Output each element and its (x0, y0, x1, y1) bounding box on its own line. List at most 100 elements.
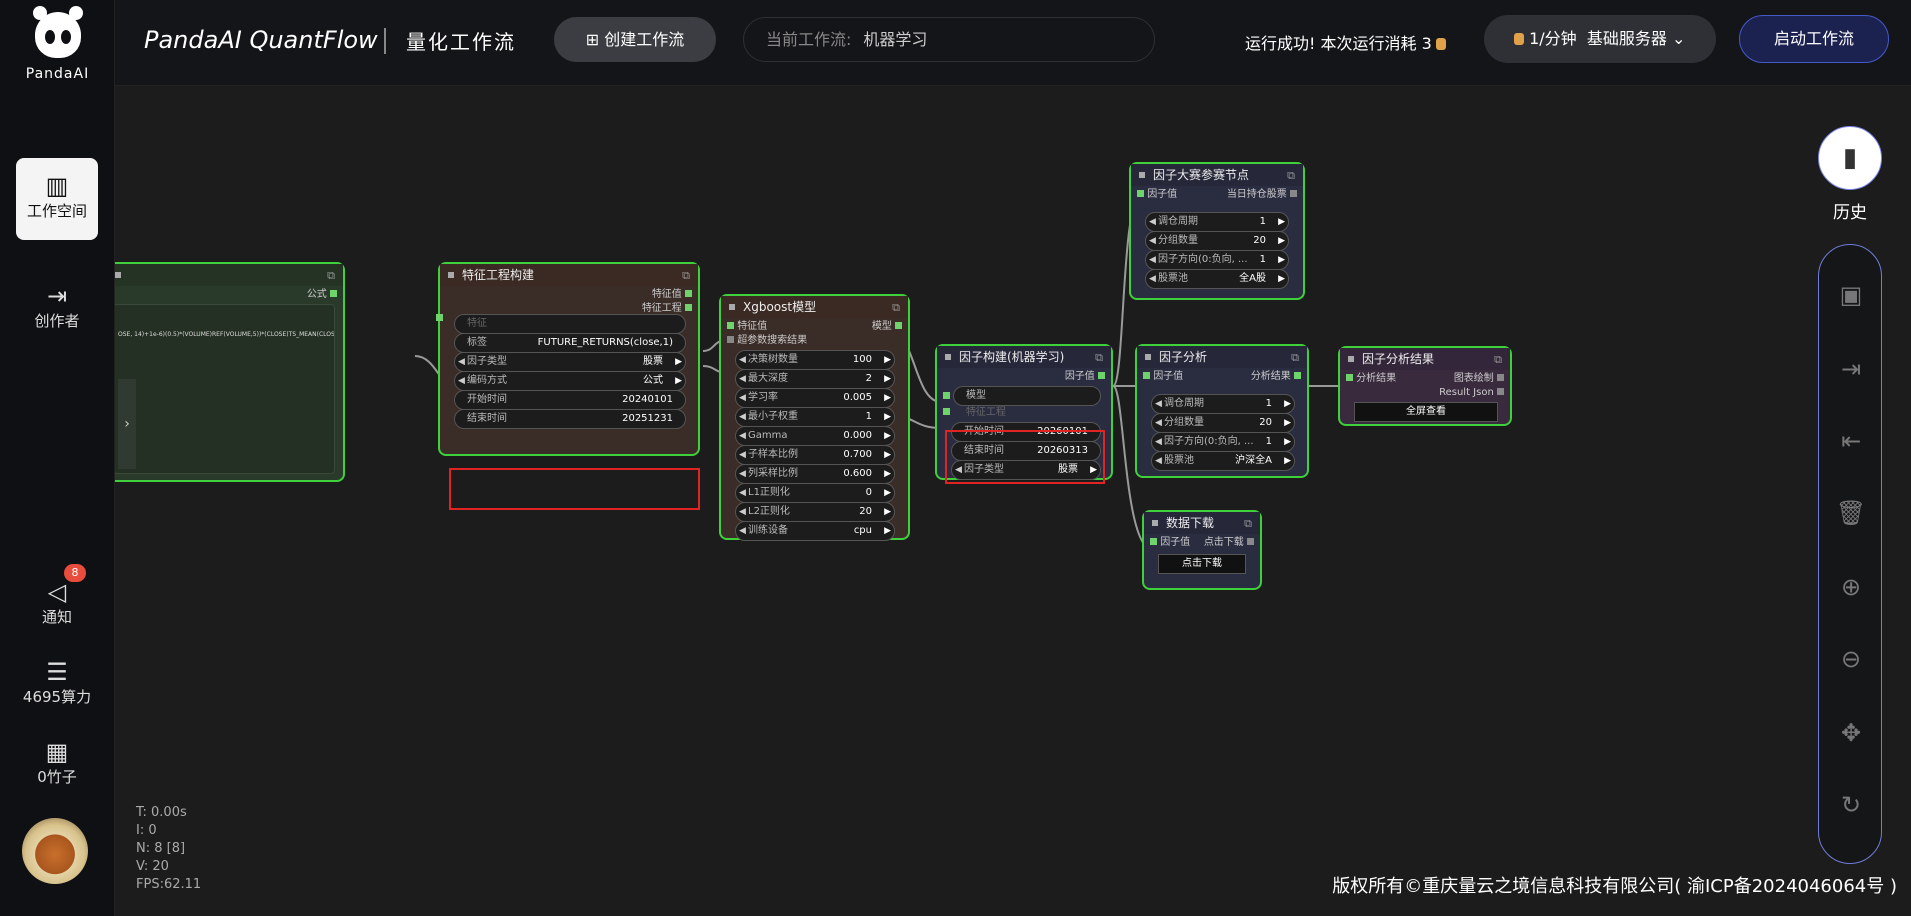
output-port-analysis[interactable]: 分析结果 (1251, 370, 1301, 384)
arrow-left-icon[interactable]: ◀ (739, 389, 746, 407)
save-icon[interactable]: ▣ (1819, 281, 1883, 309)
arrow-left-icon[interactable]: ◀ (1149, 232, 1156, 250)
contest-node[interactable]: 因子大赛参赛节点 ⧉ 因子值 当日持仓股票 ◀ 调仓周期 1 ▶ ◀ 分组数量 20 ▶ ◀ 因子方… (1129, 162, 1305, 300)
sidebar-item-bamboo[interactable]: ▦ 0竹子 (16, 738, 98, 787)
arrow-left-icon[interactable]: ◀ (739, 370, 746, 388)
widget-param[interactable]: ◀ 最大深度 2 ▶ (735, 369, 895, 389)
arrow-right-icon[interactable]: ▶ (884, 408, 891, 426)
edit-icon[interactable]: ⧉ (1494, 349, 1502, 371)
arrow-left-icon[interactable]: ◀ (1155, 414, 1162, 432)
fullscreen-button[interactable]: 全屏查看 (1354, 402, 1498, 422)
sidebar-item-workspace[interactable]: ▥ 工作空间 (16, 158, 98, 240)
arrow-left-icon[interactable]: ◀ (739, 465, 746, 483)
arrow-right-icon[interactable]: ▶ (675, 372, 682, 390)
zoom-out-icon[interactable]: ⊖ (1819, 645, 1883, 673)
arrow-right-icon[interactable]: ▶ (884, 503, 891, 521)
import-icon[interactable]: ⇤ (1819, 427, 1883, 455)
sidebar-item-creator[interactable]: ⇥ 创作者 (16, 282, 98, 331)
input-port-factor[interactable]: 因子值 (1143, 370, 1183, 384)
arrow-left-icon[interactable]: ◀ (739, 427, 746, 445)
widget-param[interactable]: ◀ 列采样比例 0.600 ▶ (735, 464, 895, 484)
widget-end-time[interactable]: 结束时间 20251231 (454, 409, 686, 429)
widget-param[interactable]: ◀ 子样本比例 0.700 ▶ (735, 445, 895, 465)
widget-param[interactable]: ◀ 股票池 全A股 ▶ (1145, 269, 1289, 289)
widget-param[interactable]: ◀ 决策树数量 100 ▶ (735, 350, 895, 370)
arrow-left-icon[interactable]: ◀ (739, 503, 746, 521)
input-port-hyperparam[interactable]: 超参数搜索结果 (727, 334, 807, 348)
edit-icon[interactable]: ⧉ (682, 265, 690, 287)
arrow-left-icon[interactable]: ◀ (1149, 251, 1156, 269)
current-workflow-field[interactable]: 当前工作流: 机器学习 (743, 17, 1155, 62)
xgboost-node[interactable]: Xgboost模型 ⧉ 特征值 超参数搜索结果 模型 ◀ 决策树数量 100 ▶ ◀ 最大深… (719, 294, 910, 541)
input-port-factor[interactable]: 因子值 (1150, 536, 1190, 550)
edit-icon[interactable]: ⧉ (1291, 347, 1299, 369)
arrow-right-icon[interactable]: ▶ (884, 522, 891, 540)
input-port-factor[interactable]: 因子值 (1137, 188, 1177, 202)
edit-icon[interactable]: ⧉ (1287, 165, 1295, 187)
edit-icon[interactable]: ⧉ (892, 297, 900, 319)
history-button[interactable]: ▮ (1818, 126, 1882, 190)
edit-icon[interactable]: ⧉ (327, 265, 335, 287)
server-select[interactable]: 1/分钟 基础服务器 ⌄ (1484, 15, 1716, 63)
arrow-right-icon[interactable]: ▶ (675, 353, 682, 371)
widget-model[interactable]: 模型 (953, 386, 1101, 406)
input-port-model[interactable] (943, 390, 950, 404)
arrow-right-icon[interactable]: ▶ (1284, 452, 1291, 470)
arrow-right-icon[interactable]: ▶ (884, 484, 891, 502)
input-port-feature-eng[interactable]: 特征工程 (943, 406, 1006, 420)
arrow-right-icon[interactable]: ▶ (884, 351, 891, 369)
arrow-left-icon[interactable]: ◀ (458, 353, 465, 371)
formula-editor[interactable]: OSE, 14)+1e-6)(0.5)*(VOLUME)REF(VOLUME,5… (115, 304, 335, 474)
refresh-icon[interactable]: ↻ (1819, 791, 1883, 819)
arrow-left-icon[interactable]: ◀ (739, 351, 746, 369)
arrow-right-icon[interactable]: ▶ (884, 465, 891, 483)
download-button[interactable]: 点击下载 (1158, 554, 1246, 574)
widget-param[interactable]: ◀ 最小子权重 1 ▶ (735, 407, 895, 427)
widget-param[interactable]: ◀ 学习率 0.005 ▶ (735, 388, 895, 408)
arrow-right-icon[interactable]: ▶ (1284, 414, 1291, 432)
widget-param[interactable]: ◀ 训练设备 cpu ▶ (735, 521, 895, 541)
output-port-model[interactable]: 模型 (872, 320, 902, 334)
edit-icon[interactable]: ⧉ (1244, 513, 1252, 535)
arrow-right-icon[interactable]: ▶ (1278, 213, 1285, 231)
widget-factor-type[interactable]: ◀ 因子类型 股票 ▶ (454, 352, 686, 372)
widget-label-field[interactable]: 标签 FUTURE_RETURNS(close,1) (454, 333, 686, 353)
output-port-holdings[interactable]: 当日持仓股票 (1227, 188, 1297, 202)
widget-param[interactable]: ◀ 因子方向(0:负向, ... 1 ▶ (1151, 432, 1295, 452)
avatar[interactable] (22, 818, 88, 884)
widget-encoding[interactable]: ◀ 编码方式 公式 ▶ (454, 371, 686, 391)
edit-icon[interactable]: ⧉ (1095, 347, 1103, 369)
widget-param[interactable]: ◀ 分组数量 20 ▶ (1151, 413, 1295, 433)
widget-param[interactable]: ◀ 调仓周期 1 ▶ (1145, 212, 1289, 232)
trash-icon[interactable]: 🗑 (1819, 499, 1883, 527)
widget-param[interactable]: ◀ L1正则化 0 ▶ (735, 483, 895, 503)
output-port-chart[interactable]: 图表绘制 (1454, 372, 1504, 386)
zoom-in-icon[interactable]: ⊕ (1819, 573, 1883, 601)
arrow-right-icon[interactable]: ▶ (1278, 232, 1285, 250)
widget-param[interactable]: ◀ 因子方向(0:负向, ... 1 ▶ (1145, 250, 1289, 270)
arrow-left-icon[interactable]: ◀ (1155, 452, 1162, 470)
arrow-right-icon[interactable]: ▶ (884, 427, 891, 445)
data-download-node[interactable]: 数据下载 ⧉ 因子值 点击下载 点击下载 (1142, 510, 1262, 590)
arrow-left-icon[interactable]: ◀ (1149, 213, 1156, 231)
arrow-left-icon[interactable]: ◀ (739, 522, 746, 540)
feature-engineering-node[interactable]: 特征工程构建 ⧉ 特征值 特征工程 特征 标签 FUTURE_RETURNS(clo… (436, 262, 700, 456)
widget-param[interactable]: ◀ 股票池 沪深全A ▶ (1151, 451, 1295, 471)
arrow-left-icon[interactable]: ◀ (739, 446, 746, 464)
sidebar-item-notify[interactable]: ◁ 8 通知 (16, 564, 98, 627)
input-port-feature-value[interactable]: 特征值 (727, 320, 767, 334)
output-port-feature-value[interactable]: 特征值 (652, 288, 692, 302)
arrow-right-icon[interactable]: ▶ (1278, 270, 1285, 288)
widget-param[interactable]: ◀ 分组数量 20 ▶ (1145, 231, 1289, 251)
arrow-right-icon[interactable]: ▶ (1278, 251, 1285, 269)
analysis-result-node[interactable]: 因子分析结果 ⧉ 分析结果 图表绘制 Result Json 全屏查看 (1338, 346, 1512, 426)
arrow-right-icon[interactable]: ▶ (884, 370, 891, 388)
formula-node[interactable]: ⧉ 公式 OSE, 14)+1e-6)(0.5)*(VOLUME)REF(VOL… (115, 262, 345, 482)
widget-param[interactable]: ◀ 调仓周期 1 ▶ (1151, 394, 1295, 414)
sidebar-item-compute[interactable]: ☰ 4695算力 (16, 658, 98, 707)
arrow-right-icon[interactable]: ▶ (1284, 395, 1291, 413)
widget-param[interactable]: ◀ L2正则化 20 ▶ (735, 502, 895, 522)
input-port-analysis[interactable]: 分析结果 (1346, 372, 1396, 386)
arrow-left-icon[interactable]: ◀ (739, 408, 746, 426)
arrow-right-icon[interactable]: ▶ (884, 446, 891, 464)
